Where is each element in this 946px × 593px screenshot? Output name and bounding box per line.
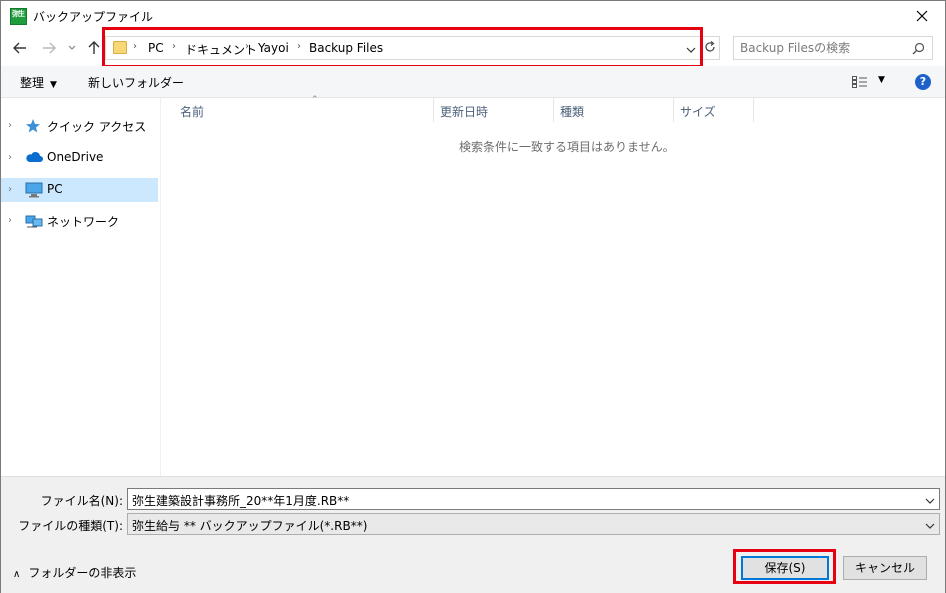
refresh-icon xyxy=(705,41,715,52)
filename-label: ファイル名(N): xyxy=(40,494,123,508)
up-button[interactable] xyxy=(86,40,104,58)
sort-ascending-icon: ⌃ xyxy=(311,95,319,105)
command-toolbar: 整理 ▼ 新しいフォルダー ▼ ? xyxy=(1,66,945,98)
search-box[interactable] xyxy=(733,36,933,60)
organize-label: 整理 xyxy=(20,76,45,90)
sidebar-item-label: ネットワーク xyxy=(47,215,120,229)
network-icon xyxy=(25,213,43,229)
arrow-right-icon xyxy=(43,42,56,54)
sidebar-item-label: クイック アクセス xyxy=(47,120,147,134)
breadcrumb-pc[interactable]: PC xyxy=(148,41,164,55)
sidebar-item-label: PC xyxy=(47,182,63,196)
column-header-size[interactable]: サイズ xyxy=(674,98,754,122)
column-header-modified[interactable]: 更新日時 xyxy=(434,98,554,122)
navigation-pane: › クイック アクセス › OneDrive › PC › ネットワーク xyxy=(1,98,161,476)
address-dropdown-button[interactable] xyxy=(686,43,696,57)
refresh-button[interactable] xyxy=(703,40,719,56)
breadcrumb-separator: › xyxy=(133,41,137,52)
window-title: バックアップファイル xyxy=(33,10,154,24)
sidebar-item-quick-access[interactable]: › クイック アクセス xyxy=(1,114,158,138)
chevron-down-icon xyxy=(686,47,696,53)
hide-folders-label: フォルダーの非表示 xyxy=(28,566,137,580)
sidebar-item-pc[interactable]: › PC xyxy=(1,178,158,202)
chevron-down-icon[interactable] xyxy=(925,494,935,508)
yayoi-app-icon: 弥生 xyxy=(10,8,27,25)
file-list[interactable]: 名前 ⌃ 更新日時 種類 サイズ 検索条件に一致する項目はありません。 xyxy=(161,95,945,476)
breadcrumb-separator: › xyxy=(172,41,176,52)
hide-folders-toggle[interactable]: ∧ フォルダーの非表示 xyxy=(13,564,136,581)
save-dialog-window: 弥生 バックアップファイル › PC › ドキュメント › Yayoi › Ba xyxy=(0,0,946,593)
view-caret-down-icon[interactable]: ▼ xyxy=(878,75,885,85)
breadcrumb-separator: › xyxy=(297,41,301,52)
arrow-up-icon xyxy=(88,41,100,54)
arrow-left-icon xyxy=(13,42,26,54)
expand-chevron-icon[interactable]: › xyxy=(8,152,12,163)
details-view-icon xyxy=(852,76,867,88)
column-header-name[interactable]: 名前 ⌃ xyxy=(174,95,434,122)
caret-down-icon: ▼ xyxy=(50,80,57,90)
file-options-panel: ファイル名(N): 弥生建築設計事務所_20**年1月度.RB** ファイルの種… xyxy=(1,476,945,593)
breadcrumb-yayoi[interactable]: Yayoi xyxy=(258,41,289,55)
recent-locations-button[interactable] xyxy=(67,44,85,62)
chevron-down-icon[interactable] xyxy=(925,519,935,533)
empty-list-message: 検索条件に一致する項目はありません。 xyxy=(459,140,675,154)
expand-chevron-icon[interactable]: › xyxy=(8,215,12,226)
organize-menu-button[interactable]: 整理 ▼ xyxy=(20,74,57,91)
search-input[interactable] xyxy=(740,40,910,56)
breadcrumb-backup-files[interactable]: Backup Files xyxy=(309,41,383,55)
sidebar-item-onedrive[interactable]: › OneDrive xyxy=(1,146,158,170)
sidebar-item-label: OneDrive xyxy=(47,150,104,164)
back-button[interactable] xyxy=(12,40,30,58)
column-header-type[interactable]: 種類 xyxy=(554,98,674,122)
forward-button[interactable] xyxy=(41,40,59,58)
help-button[interactable]: ? xyxy=(915,74,931,90)
folder-icon xyxy=(113,41,127,54)
new-folder-button[interactable]: 新しいフォルダー xyxy=(88,74,184,91)
chevron-up-icon: ∧ xyxy=(13,569,21,580)
expand-chevron-icon[interactable]: › xyxy=(8,184,12,195)
expand-chevron-icon[interactable]: › xyxy=(8,120,12,131)
navigation-bar: › PC › ドキュメント › Yayoi › Backup Files xyxy=(1,32,945,66)
save-button[interactable]: 保存(S) xyxy=(741,556,829,580)
close-button[interactable] xyxy=(899,1,945,32)
filename-field[interactable]: 弥生建築設計事務所_20**年1月度.RB** xyxy=(127,488,940,510)
sidebar-item-network[interactable]: › ネットワーク xyxy=(1,209,158,233)
filetype-value: 弥生給与 ** バックアップファイル(*.RB**) xyxy=(132,519,368,533)
star-icon xyxy=(25,118,43,134)
close-icon xyxy=(916,10,928,22)
address-bar[interactable]: › PC › ドキュメント › Yayoi › Backup Files xyxy=(105,36,720,60)
filetype-label: ファイルの種類(T): xyxy=(18,519,123,533)
breadcrumb-separator: › xyxy=(245,41,249,52)
title-bar: 弥生 バックアップファイル xyxy=(1,1,945,32)
filename-value: 弥生建築設計事務所_20**年1月度.RB** xyxy=(132,494,350,508)
question-icon: ? xyxy=(919,75,927,88)
view-options-button[interactable] xyxy=(852,76,868,91)
cloud-icon xyxy=(25,150,43,166)
chevron-down-icon xyxy=(68,45,76,50)
cancel-button[interactable]: キャンセル xyxy=(843,556,927,580)
computer-icon xyxy=(25,182,43,198)
search-icon[interactable] xyxy=(912,42,925,58)
filetype-select[interactable]: 弥生給与 ** バックアップファイル(*.RB**) xyxy=(127,513,940,535)
